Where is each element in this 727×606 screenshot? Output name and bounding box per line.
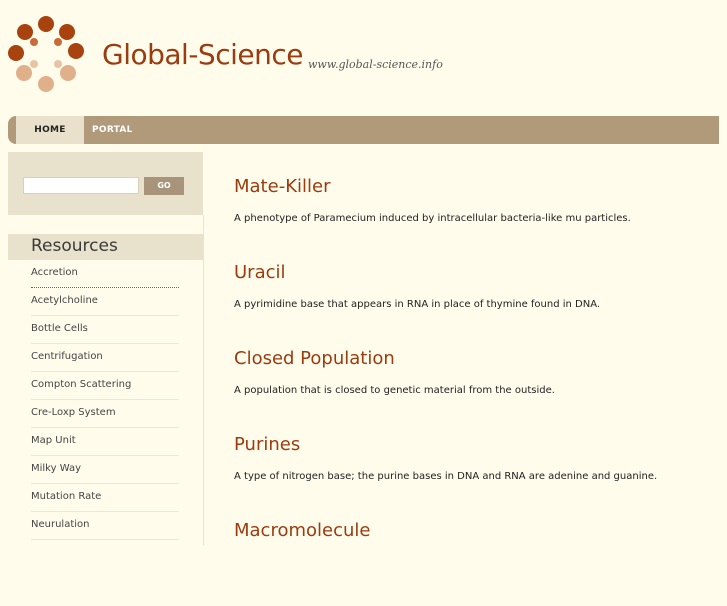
entry: Macromolecule — [234, 520, 714, 606]
entry-title[interactable]: Purines — [234, 434, 300, 455]
resource-link-acetylcholine[interactable]: Acetylcholine — [31, 288, 179, 316]
entry-title[interactable]: Closed Population — [234, 348, 395, 369]
entry-description: A type of nitrogen base; the purine base… — [234, 471, 658, 482]
resource-link-compton-scattering[interactable]: Compton Scattering — [31, 372, 179, 400]
resource-link-neurulation[interactable]: Neurulation — [31, 512, 179, 540]
resource-link-milky-way[interactable]: Milky Way — [31, 456, 179, 484]
resources-title: Resources — [31, 236, 118, 256]
nav-tab-portal[interactable]: PORTAL — [92, 116, 133, 144]
search-go-button[interactable]: GO — [144, 177, 184, 195]
search-panel: GO — [8, 152, 203, 215]
flower-logo-icon[interactable] — [6, 14, 90, 94]
resource-link-bottle-cells[interactable]: Bottle Cells — [31, 316, 179, 344]
entry: Closed Population A population that is c… — [234, 348, 714, 434]
resource-link-cre-loxp-system[interactable]: Cre-Loxp System — [31, 400, 179, 428]
entry-title[interactable]: Macromolecule — [234, 520, 370, 541]
resources-list: Accretion Acetylcholine Bottle Cells Cen… — [31, 260, 179, 540]
resource-link-centrifugation[interactable]: Centrifugation — [31, 344, 179, 372]
resource-link-map-unit[interactable]: Map Unit — [31, 428, 179, 456]
entry: Mate-Killer A phenotype of Paramecium in… — [234, 176, 714, 262]
entry-description: A pyrimidine base that appears in RNA in… — [234, 299, 601, 310]
main-content: Mate-Killer A phenotype of Paramecium in… — [234, 176, 714, 606]
resource-link-accretion[interactable]: Accretion — [31, 260, 179, 288]
search-input[interactable] — [23, 177, 139, 194]
nav-tab-home[interactable]: HOME — [16, 116, 84, 144]
entry-description: A phenotype of Paramecium induced by int… — [234, 213, 631, 224]
entry: Uracil A pyrimidine base that appears in… — [234, 262, 714, 348]
resource-link-mutation-rate[interactable]: Mutation Rate — [31, 484, 179, 512]
resources-header: Resources — [8, 234, 203, 260]
entry-title[interactable]: Mate-Killer — [234, 176, 330, 197]
site-url: www.global-science.info — [308, 58, 443, 71]
site-title[interactable]: Global-Science — [102, 38, 303, 71]
main-nav: HOME PORTAL — [8, 116, 719, 144]
entry-description: A population that is closed to genetic m… — [234, 385, 555, 396]
entry-title[interactable]: Uracil — [234, 262, 286, 283]
entry: Purines A type of nitrogen base; the pur… — [234, 434, 714, 520]
